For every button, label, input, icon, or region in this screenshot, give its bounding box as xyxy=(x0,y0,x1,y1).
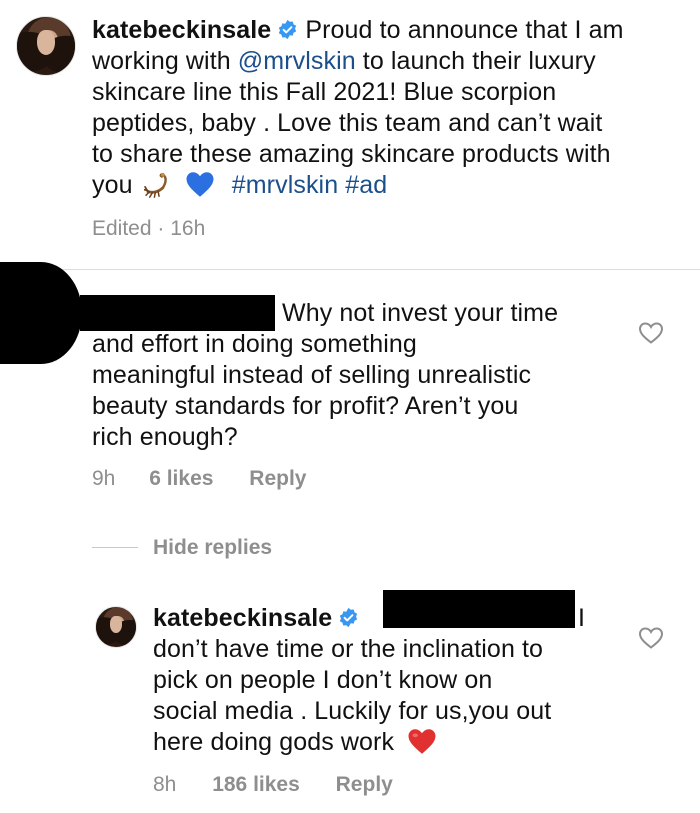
reply-line-3: pick on people I don’t know on xyxy=(153,666,493,694)
comment-line-2: and effort in doing something xyxy=(92,330,417,358)
reply-likes[interactable]: 186 likes xyxy=(212,773,300,796)
caption-text-3: to launch their luxury xyxy=(362,47,596,75)
post-divider xyxy=(0,269,700,270)
caption-text-2: working with xyxy=(92,47,231,75)
blue-heart-emoji-icon xyxy=(186,172,214,197)
reply-line-5: here doing gods work xyxy=(153,727,623,758)
reply-time: 8h xyxy=(153,773,177,796)
comment-meta: 9h 6 likes Reply xyxy=(92,466,306,492)
hide-replies-button[interactable]: Hide replies xyxy=(153,535,272,561)
like-heart-outline-icon[interactable] xyxy=(638,626,664,650)
caption-line-2: working with @mrvlskin to launch their l… xyxy=(92,46,692,77)
red-heart-emoji-icon xyxy=(408,729,436,754)
comment-line-4: beauty standards for profit? Aren’t you xyxy=(92,392,519,420)
mention-link[interactable]: @mrvlskin xyxy=(238,47,356,75)
comment-line-3: meaningful instead of selling unrealisti… xyxy=(92,361,532,389)
reply-username[interactable]: katebeckinsale xyxy=(153,604,332,632)
verified-badge-icon xyxy=(340,607,358,628)
reply-first-line-tail: I xyxy=(578,604,586,632)
comment-reply-button[interactable]: Reply xyxy=(249,467,306,490)
comment-likes[interactable]: 6 likes xyxy=(149,467,213,490)
reply-line-2: don’t have time or the inclination to xyxy=(153,635,544,663)
post-username[interactable]: katebeckinsale xyxy=(92,16,271,44)
comment-text: Why not invest your time and effort in d… xyxy=(92,298,612,453)
reply-author-avatar[interactable] xyxy=(95,606,137,648)
verified-badge-icon xyxy=(279,19,297,40)
reply-line-4: social media . Luckily for us,you out xyxy=(153,697,552,725)
comment-line-5: rich enough? xyxy=(92,423,238,451)
caption-text-1: Proud to announce that I am xyxy=(305,16,624,44)
post-author-avatar[interactable] xyxy=(16,16,76,76)
comment-line-1: Why not invest your time xyxy=(282,299,559,327)
caption-line-3: skincare line this Fall 2021! Blue scorp… xyxy=(92,78,557,106)
redacted-avatar xyxy=(0,262,82,364)
scorpion-emoji-icon xyxy=(142,172,167,198)
caption-line-1: katebeckinsale Proud to announce that I … xyxy=(92,15,692,46)
caption-line-6: you #mrvlskin #ad xyxy=(92,170,692,201)
reply-reply-button[interactable]: Reply xyxy=(336,773,393,796)
caption-line-5: to share these amazing skincare products… xyxy=(92,140,611,168)
hashtags[interactable]: #mrvlskin #ad xyxy=(232,171,388,199)
caption-text-you: you xyxy=(92,171,133,199)
replies-separator xyxy=(92,547,138,548)
post-caption: katebeckinsale Proud to announce that I … xyxy=(92,15,692,201)
reply-line-1: katebeckinsale I xyxy=(153,603,623,634)
post-meta: Edited · 16h xyxy=(92,217,206,240)
caption-line-4: peptides, baby . Love this team and can’… xyxy=(92,109,603,137)
reply-text: katebeckinsale I don’t have time or the … xyxy=(153,603,623,758)
like-heart-outline-icon[interactable] xyxy=(638,321,664,345)
reply-meta: 8h 186 likes Reply xyxy=(153,772,393,798)
reply-text-last: here doing gods work xyxy=(153,728,395,756)
comment-time: 9h xyxy=(92,467,116,490)
